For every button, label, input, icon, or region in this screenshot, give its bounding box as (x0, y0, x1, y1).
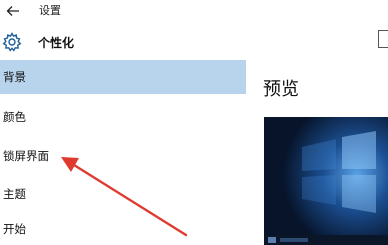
sidebar-title: 个性化 (38, 36, 75, 50)
settings-window: 设置 个性化 背景 颜色 锁屏界面 主题 开始 预览 (0, 0, 388, 245)
title-bar: 设置 (0, 0, 388, 22)
preview-heading: 预览 (263, 79, 299, 100)
preview-image (264, 117, 388, 245)
sidebar-header: 个性化 (0, 30, 246, 56)
sidebar-item-label: 锁屏界面 (3, 149, 49, 163)
sidebar-item-start[interactable]: 开始 (0, 212, 246, 245)
sidebar: 个性化 背景 颜色 锁屏界面 主题 开始 (0, 22, 246, 245)
back-arrow-icon (6, 6, 19, 16)
sidebar-item-label: 颜色 (3, 110, 26, 124)
sidebar-item-background[interactable]: 背景 (0, 60, 246, 94)
window-control-edge[interactable] (378, 30, 388, 48)
sidebar-item-colors[interactable]: 颜色 (0, 100, 246, 134)
sidebar-item-label: 主题 (3, 187, 26, 201)
back-button[interactable] (0, 0, 26, 22)
content-pane: 预览 (246, 22, 388, 245)
sidebar-item-label: 背景 (3, 70, 26, 84)
sidebar-item-themes[interactable]: 主题 (0, 177, 246, 211)
sidebar-item-lock-screen[interactable]: 锁屏界面 (0, 139, 246, 173)
gear-icon (2, 32, 22, 52)
sidebar-item-label: 开始 (3, 222, 26, 236)
window-title: 设置 (39, 4, 61, 17)
preview-thumbnail (264, 117, 388, 245)
